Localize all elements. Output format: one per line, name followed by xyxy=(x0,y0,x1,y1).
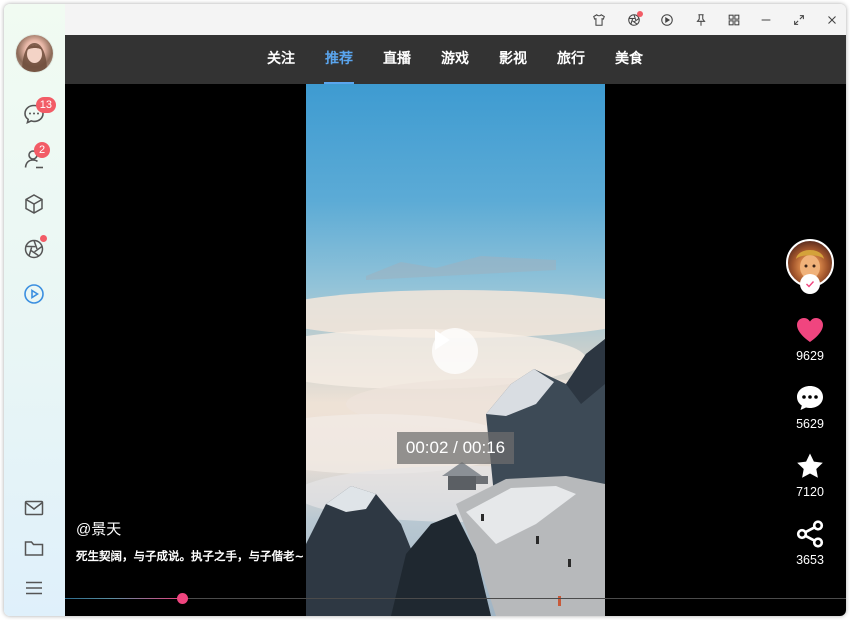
video-button[interactable] xyxy=(16,276,52,312)
cube-button[interactable] xyxy=(16,186,52,222)
moments-dot xyxy=(40,235,47,242)
title-moments-dot xyxy=(637,11,643,17)
play-circle-icon xyxy=(24,284,44,304)
favorite-button[interactable]: 7120 xyxy=(790,452,830,499)
play-button[interactable] xyxy=(432,328,478,374)
maximize-icon xyxy=(794,15,804,25)
video-caption: 死生契阔，与子成说。执子之手，与子偕老~ xyxy=(76,549,305,563)
menu-icon xyxy=(26,581,42,595)
play-circle-icon xyxy=(661,14,673,26)
progress-bar[interactable] xyxy=(65,593,846,604)
moments-button[interactable] xyxy=(16,231,52,267)
tab-games[interactable]: 游戏 xyxy=(440,35,470,84)
cube-icon xyxy=(25,194,43,214)
sidebar: 13 2 xyxy=(4,4,65,616)
minimize-icon xyxy=(761,19,771,21)
tab-travel[interactable]: 旅行 xyxy=(556,35,586,84)
comment-button[interactable]: 5629 xyxy=(790,384,830,431)
close-button[interactable] xyxy=(822,10,842,30)
progress-thumb[interactable] xyxy=(177,593,188,604)
menu-button[interactable] xyxy=(16,570,52,606)
skin-button[interactable] xyxy=(589,10,609,30)
app-window: 13 2 关注 推荐 直播 游戏 影视 旅行 美食 00:02 / 00:16 … xyxy=(4,4,846,616)
pin-button[interactable] xyxy=(691,10,711,30)
video-frame[interactable]: 00:02 / 00:16 xyxy=(306,84,605,616)
close-icon xyxy=(828,16,836,24)
comment-icon xyxy=(797,386,823,410)
play-icon xyxy=(435,330,450,350)
messages-button[interactable]: 13 xyxy=(16,96,56,132)
folder-button[interactable] xyxy=(16,530,52,566)
author-name[interactable]: @景天 xyxy=(76,518,121,539)
contacts-badge: 2 xyxy=(34,142,50,158)
follow-button[interactable] xyxy=(800,274,820,294)
minimize-button[interactable] xyxy=(756,10,776,30)
check-icon xyxy=(806,281,815,288)
player-title-button[interactable] xyxy=(657,10,677,30)
tab-live[interactable]: 直播 xyxy=(382,35,412,84)
contacts-button[interactable]: 2 xyxy=(16,141,52,177)
share-button[interactable]: 3653 xyxy=(790,520,830,567)
video-player[interactable]: 00:02 / 00:16 @景天 死生契阔，与子成说。执子之手，与子偕老~ 9… xyxy=(65,84,846,616)
like-button[interactable]: 9629 xyxy=(790,316,830,363)
progress-fill xyxy=(65,598,182,599)
tab-food[interactable]: 美食 xyxy=(614,35,644,84)
grid-button[interactable] xyxy=(724,10,744,30)
comment-count: 5629 xyxy=(796,417,824,431)
share-count: 3653 xyxy=(796,553,824,567)
like-count: 9629 xyxy=(796,349,824,363)
tab-recommended[interactable]: 推荐 xyxy=(324,35,354,84)
maximize-button[interactable] xyxy=(789,10,809,30)
share-icon xyxy=(796,520,824,548)
timecode: 00:02 / 00:16 xyxy=(397,432,514,464)
shirt-icon xyxy=(593,13,605,26)
heart-icon xyxy=(797,318,823,342)
tab-movies[interactable]: 影视 xyxy=(498,35,528,84)
grid-icon xyxy=(728,14,740,26)
moments-title-button[interactable] xyxy=(624,10,644,30)
avatar[interactable] xyxy=(16,35,53,72)
star-icon xyxy=(797,453,823,478)
favorite-count: 7120 xyxy=(796,485,824,499)
pin-icon xyxy=(696,14,706,26)
title-bar xyxy=(65,4,846,35)
mail-button[interactable] xyxy=(16,490,52,526)
tab-following[interactable]: 关注 xyxy=(266,35,296,84)
folder-icon xyxy=(24,541,44,556)
category-tabs: 关注 推荐 直播 游戏 影视 旅行 美食 xyxy=(65,35,846,84)
messages-badge: 13 xyxy=(35,97,56,113)
mail-icon xyxy=(24,500,44,516)
